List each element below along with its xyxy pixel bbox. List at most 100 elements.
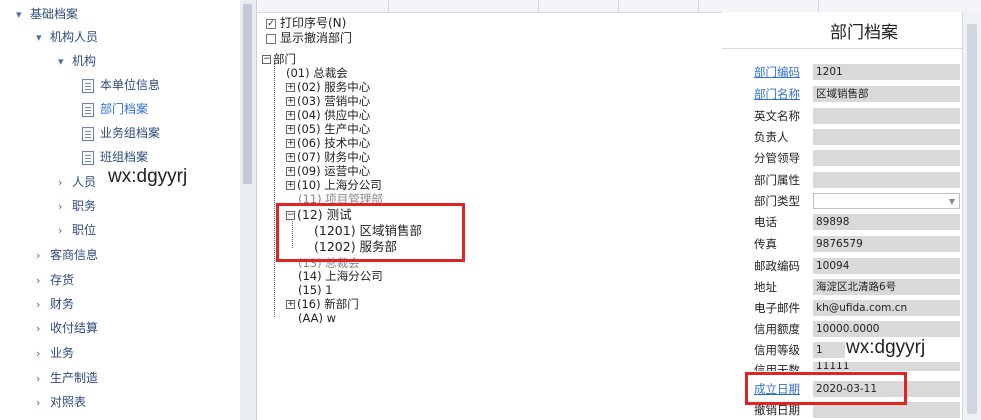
tree-node[interactable]: + (16) 新部门 (286, 297, 359, 311)
nav-item-label: 职务 (72, 199, 97, 213)
scrollbar-thumb[interactable] (243, 4, 252, 184)
field-label-address: 地址 (754, 280, 777, 294)
nav-item-manufacturing[interactable]: › 生产制造 (36, 368, 98, 388)
nav-item-position[interactable]: › 职位 (58, 220, 96, 240)
nav-item-basic-archive[interactable]: ▾ 基础档案 (16, 4, 78, 24)
field-label-email: 电子邮件 (754, 301, 800, 315)
chevron-right-icon: › (36, 322, 41, 335)
nav-item-label: 业务 (50, 346, 75, 360)
expand-icon[interactable]: + (286, 111, 295, 120)
document-icon (82, 102, 94, 117)
tree-node[interactable]: (AA) w (298, 311, 336, 325)
field-label-phone: 电话 (754, 215, 777, 229)
nav-item-finance[interactable]: › 财务 (36, 294, 74, 314)
dept-type-select[interactable]: ▼ (813, 193, 960, 209)
leader-field[interactable] (813, 150, 960, 166)
expand-icon[interactable]: + (286, 181, 295, 190)
nav-item-org-personnel[interactable]: ▾ 机构人员 (36, 27, 98, 47)
en-name-field[interactable] (813, 108, 960, 124)
field-label-credit-days: 信用天数 (754, 363, 800, 371)
address-field[interactable]: 海淀区北清路6号 (813, 279, 960, 295)
nav-item-label: 本单位信息 (100, 78, 161, 92)
tree-root[interactable]: − 部门 (262, 52, 296, 66)
attribute-field[interactable] (813, 172, 960, 188)
collapse-icon[interactable]: − (262, 55, 271, 64)
credit-limit-field[interactable]: 10000.0000 (813, 321, 960, 337)
tree-node-label: (10) 上海分公司 (297, 178, 382, 192)
tree-node[interactable]: + (07) 财务中心 (286, 150, 370, 164)
tree-node-label: (07) 财务中心 (297, 150, 371, 164)
fax-field[interactable]: 9876579 (813, 236, 960, 252)
tree-node[interactable]: (01) 总裁会 (286, 66, 348, 80)
expand-icon[interactable]: + (286, 97, 295, 106)
expand-icon[interactable]: + (286, 167, 295, 176)
expand-icon[interactable]: + (286, 139, 295, 148)
field-label-en-name: 英文名称 (754, 109, 800, 123)
nav-item-label: 部门档案 (100, 102, 149, 116)
dept-code-field[interactable]: 1201 (813, 64, 960, 80)
nav-item-team[interactable]: 班组档案 (82, 147, 148, 167)
checkbox-checked-icon[interactable]: ✓ (266, 18, 276, 29)
credit-level-field[interactable]: 1 (813, 342, 845, 358)
tree-line (274, 63, 275, 317)
document-icon (82, 78, 94, 93)
nav-item-settlement[interactable]: › 收付结算 (36, 318, 98, 338)
nav-item-dept-archive[interactable]: 部门档案 (82, 99, 148, 119)
manager-field[interactable] (813, 129, 960, 145)
expand-icon[interactable]: + (286, 300, 295, 309)
tree-node-label: (14) 上海分公司 (298, 269, 383, 283)
expand-icon[interactable]: + (286, 83, 295, 92)
credit-days-field[interactable]: 11111 (813, 362, 960, 371)
nav-item-mapping[interactable]: › 对照表 (36, 392, 86, 412)
nav-item-inventory[interactable]: › 存货 (36, 270, 74, 290)
tree-node[interactable]: + (03) 营销中心 (286, 94, 370, 108)
postcode-field[interactable]: 10094 (813, 258, 960, 274)
chevron-right-icon: › (36, 347, 41, 360)
expand-icon[interactable]: + (286, 153, 295, 162)
email-field[interactable]: kh@ufida.com.cn (813, 300, 960, 316)
tree-node[interactable]: + (04) 供应中心 (286, 108, 370, 122)
chevron-down-icon[interactable]: ▼ (949, 194, 955, 208)
expand-icon[interactable]: + (286, 125, 295, 134)
tree-node[interactable]: + (06) 技术中心 (286, 136, 370, 150)
dept-name-field[interactable]: 区域销售部 (813, 86, 960, 102)
tree-node-label: (16) 新部门 (297, 297, 359, 311)
nav-item-biz-group[interactable]: 业务组档案 (82, 123, 160, 143)
phone-field[interactable]: 89898 (813, 214, 960, 230)
nav-item-label: 存货 (50, 273, 75, 287)
nav-scrollbar[interactable] (240, 0, 257, 420)
nav-item-customer[interactable]: › 客商信息 (36, 245, 98, 265)
show-cancelled-option[interactable]: 显示撤消部门 (266, 31, 352, 45)
chevron-right-icon: › (36, 396, 41, 409)
tree-node[interactable]: + (05) 生产中心 (286, 122, 370, 136)
chevron-right-icon: › (36, 372, 41, 385)
tree-node[interactable]: (15) 1 (298, 283, 333, 297)
field-label-dept-name[interactable]: 部门名称 (754, 86, 800, 102)
nav-item-label: 人员 (72, 175, 97, 189)
document-icon (82, 150, 94, 165)
checkbox-icon[interactable] (266, 33, 276, 44)
tree-node[interactable]: + (10) 上海分公司 (286, 178, 382, 192)
nav-item-unit-info[interactable]: 本单位信息 (82, 75, 160, 95)
panel-scrollbar[interactable] (962, 12, 981, 420)
print-seq-label: 打印序号(N) (280, 16, 347, 30)
print-seq-option[interactable]: ✓ 打印序号(N) (266, 16, 346, 30)
nav-item-label: 机构人员 (50, 30, 99, 44)
field-label-credit-limit: 信用额度 (754, 322, 800, 336)
highlight-box (276, 203, 465, 262)
nav-item-org[interactable]: ▾ 机构 (58, 51, 96, 71)
chevron-right-icon: › (58, 200, 63, 213)
nav-item-personnel[interactable]: › 人员 (58, 172, 96, 192)
tree-node[interactable]: + (09) 运营中心 (286, 164, 370, 178)
watermark-text: wx:dgyyrj (846, 337, 926, 358)
tree-node[interactable]: + (02) 服务中心 (286, 80, 370, 94)
tree-node-label: (01) 总裁会 (286, 66, 348, 80)
scrollbar-thumb[interactable] (967, 24, 977, 414)
field-label-leader: 分管领导 (754, 151, 800, 165)
nav-item-business[interactable]: › 业务 (36, 343, 74, 363)
nav-item-duty[interactable]: › 职务 (58, 196, 96, 216)
column-divider (698, 0, 699, 12)
tree-node[interactable]: (14) 上海分公司 (298, 269, 383, 283)
field-label-dept-code[interactable]: 部门编码 (754, 64, 800, 80)
nav-item-label: 生产制造 (50, 371, 99, 385)
